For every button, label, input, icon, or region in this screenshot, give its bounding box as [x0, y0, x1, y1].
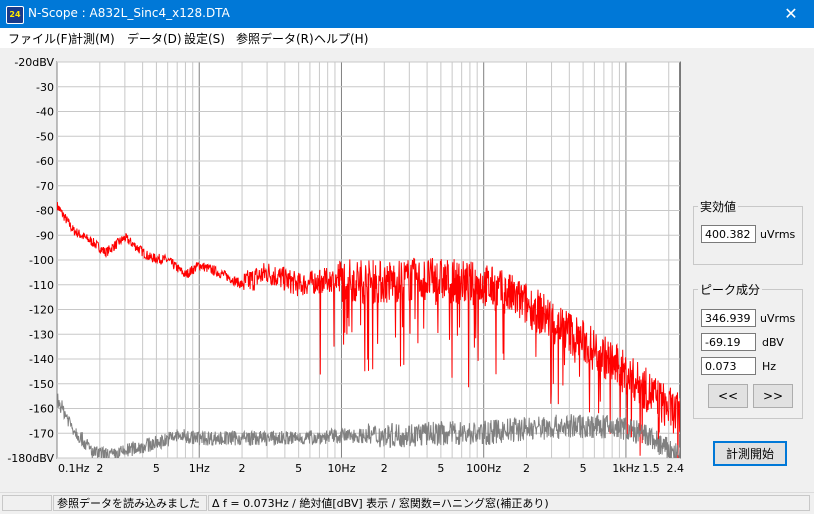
peak-uv-field: 346.939 — [701, 309, 756, 327]
status-bar: 参照データを読み込みました Δ f = 0.073Hz / 絶対値[dBV] 表… — [0, 492, 814, 514]
x-tick-label: 5 — [580, 462, 587, 475]
y-tick-label: -120 — [29, 304, 54, 317]
peak-hz-unit: Hz — [762, 360, 777, 373]
x-tick-label: 5 — [153, 462, 160, 475]
y-tick-label: -160 — [29, 403, 54, 416]
menu-bar: ファイル(F) 計測(M) データ(D) 設定(S) 参照データ(R) ヘルプ(… — [0, 28, 814, 48]
y-tick-label: -40 — [36, 106, 54, 119]
y-tick-label: -180dBV — [7, 452, 54, 465]
y-tick-label: -80 — [36, 205, 54, 218]
menu-help[interactable]: ヘルプ(H) — [314, 30, 368, 47]
x-tick-label: 0.1Hz — [58, 462, 90, 475]
y-tick-label: -60 — [36, 155, 54, 168]
peak-uv-unit: uVrms — [760, 312, 796, 325]
rms-value-field: 400.382 — [701, 225, 756, 243]
menu-reference-data[interactable]: 参照データ(R) — [236, 30, 314, 47]
prev-peak-button[interactable]: << — [708, 384, 748, 408]
y-tick-label: -70 — [36, 180, 54, 193]
next-peak-button[interactable]: >> — [753, 384, 793, 408]
y-tick-label: -90 — [36, 229, 54, 242]
x-tick-label: 2 — [523, 462, 530, 475]
peak-hz-field: 0.073 — [701, 357, 756, 375]
y-tick-label: -20dBV — [14, 56, 54, 69]
status-message: 参照データを読み込みました — [53, 495, 207, 511]
x-tick-label: 5 — [295, 462, 302, 475]
x-tick-label: 10Hz — [327, 462, 355, 475]
menu-settings[interactable]: 設定(S) — [184, 30, 225, 47]
x-tick-label: 1.5 — [642, 462, 660, 475]
x-tick-label: 2 — [96, 462, 103, 475]
status-cell-1 — [2, 495, 52, 511]
y-tick-label: -110 — [29, 279, 54, 292]
spectrum-plot: -20dBV -30 -40 -50 -60 -70 -80 -90 -100 -110 -120 -… — [0, 48, 690, 478]
y-tick-label: -100 — [29, 254, 54, 267]
peak-db-field: -69.19 — [701, 333, 756, 351]
y-tick-label: -50 — [36, 130, 54, 143]
x-tick-label: 100Hz — [466, 462, 501, 475]
title-bar: 24 N-Scope : A832L_Sinc4_x128.DTA ✕ — [0, 0, 814, 28]
x-tick-label: 2 — [381, 462, 388, 475]
menu-file[interactable]: ファイル(F) — [8, 30, 72, 47]
rms-unit: uVrms — [760, 228, 796, 241]
start-measure-button[interactable]: 計測開始 — [713, 441, 787, 466]
x-tick-label: 1kHz — [612, 462, 640, 475]
rms-label: 実効値 — [698, 198, 739, 215]
x-tick-label: 2.4 — [667, 462, 685, 475]
y-tick-label: -30 — [36, 81, 54, 94]
x-tick-label: 1Hz — [189, 462, 210, 475]
menu-measure[interactable]: 計測(M) — [71, 30, 115, 47]
window-title: N-Scope : A832L_Sinc4_x128.DTA — [28, 6, 230, 20]
y-tick-label: -170 — [29, 427, 54, 440]
y-tick-label: -140 — [29, 353, 54, 366]
x-tick-label: 2 — [239, 462, 246, 475]
spectrum-chart: -20dBV -30 -40 -50 -60 -70 -80 -90 -100 -110 -120 -… — [7, 56, 685, 475]
peak-db-unit: dBV — [762, 336, 784, 349]
menu-data[interactable]: データ(D) — [127, 30, 182, 47]
y-tick-label: -130 — [29, 328, 54, 341]
status-info: Δ f = 0.073Hz / 絶対値[dBV] 表示 / 窓関数=ハニング窓(… — [208, 495, 810, 511]
peak-label: ピーク成分 — [698, 281, 763, 298]
x-tick-label: 5 — [437, 462, 444, 475]
close-icon[interactable]: ✕ — [768, 0, 814, 28]
y-tick-label: -150 — [29, 378, 54, 391]
app-icon: 24 — [6, 6, 24, 24]
